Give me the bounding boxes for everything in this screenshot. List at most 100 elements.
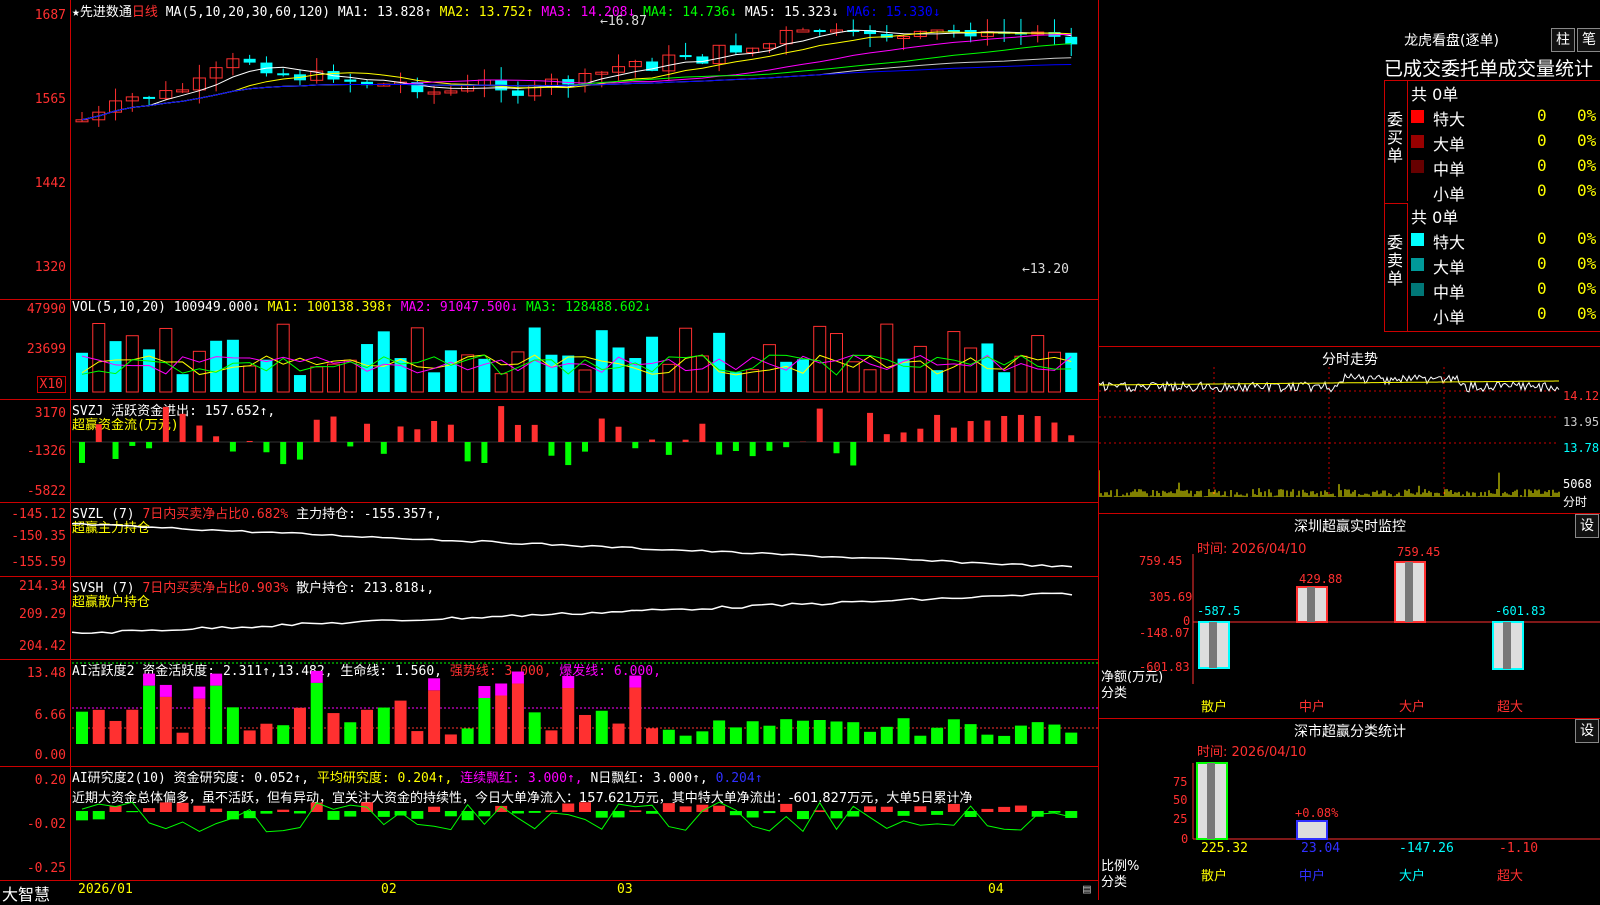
volume-panel[interactable]: 47990 23699 X10 VOL(5,10,20) 100949.000↓… <box>0 300 1098 400</box>
activity-bar <box>445 734 457 744</box>
lock-icon[interactable]: ▤ <box>1083 882 1091 897</box>
research-bar <box>881 807 893 812</box>
candle-body <box>730 45 742 52</box>
activity-bar <box>948 719 960 744</box>
activity-bar-top <box>512 672 524 684</box>
sell-total: 共 0单 <box>1411 204 1458 228</box>
activity-bar-top <box>629 676 641 688</box>
flow-bar <box>297 442 303 460</box>
activity-bar <box>126 710 138 744</box>
research-bar <box>914 806 926 812</box>
candlestick-chart[interactable] <box>0 0 1098 299</box>
monitor-panel: 深圳超赢实时监控 设 时间: 2026/04/10 759.45 305.69 … <box>1098 514 1600 719</box>
volume-bar <box>93 323 105 392</box>
svzl-panel[interactable]: -145.12 -150.35 -155.59 SVZL (7) 7日内买卖净占… <box>0 503 1098 577</box>
flow-bar <box>917 429 923 442</box>
sell-color-swatch <box>1411 283 1424 296</box>
activity-bar <box>529 712 541 744</box>
activity-bar <box>763 726 775 744</box>
ratio-bar-shade <box>1207 763 1215 839</box>
activity-bar <box>730 727 742 744</box>
bar-view-button[interactable]: 柱 <box>1551 28 1575 52</box>
buy-row-count: 0 <box>1537 131 1547 150</box>
flow-bar <box>414 429 420 442</box>
buy-color-swatch <box>1411 135 1424 148</box>
flow-bar <box>163 407 169 442</box>
activity-bar <box>831 721 843 744</box>
volume-bar <box>328 364 340 392</box>
volume-bar <box>378 331 390 392</box>
flow-bar <box>96 424 102 442</box>
flow-bar <box>280 442 286 464</box>
volume-bar <box>998 372 1010 392</box>
buy-color-swatch <box>1411 110 1424 123</box>
research-bars <box>0 767 1098 880</box>
research-bar <box>411 811 423 819</box>
activity-bar <box>931 728 943 744</box>
research-bar <box>512 811 524 813</box>
volume-bar <box>696 356 708 392</box>
buy-row-label: 特大 <box>1433 106 1465 130</box>
buy-total: 共 0单 <box>1411 81 1458 105</box>
research-bar <box>931 811 943 815</box>
candle-body <box>696 56 708 63</box>
research-bar <box>160 802 172 812</box>
activity-bar-top <box>428 678 440 690</box>
flow-bar <box>582 442 588 452</box>
flow-bar <box>79 442 85 463</box>
research-bar <box>562 804 574 812</box>
flow-bar <box>716 442 722 455</box>
candle-body <box>814 30 826 32</box>
flow-bar <box>733 442 739 451</box>
research-bar <box>126 811 138 812</box>
candle-body <box>680 55 692 57</box>
kline-panel[interactable]: 1687 1565 1442 1320 ★先进数通日线 MA(5,10,20,3… <box>0 0 1098 300</box>
flow-bar <box>968 421 974 442</box>
svsh-panel[interactable]: 214.34 209.29 204.42 SVSH (7) 7日内买卖净占比0.… <box>0 577 1098 660</box>
ma-line <box>82 34 1071 119</box>
volume-bar <box>864 370 876 392</box>
activity-bar <box>663 730 675 744</box>
volume-bar <box>1015 356 1027 392</box>
ai-research-panel[interactable]: 0.20 -0.02 -0.25 AI研究度2(10) 资金研究度: 0.052… <box>0 767 1098 881</box>
flow-bar <box>465 442 471 461</box>
net-bar-shade <box>1209 622 1217 668</box>
flow-bar <box>1068 435 1074 442</box>
minute-panel[interactable]: 分时走势 14.12 13.95 13.78 5068 分时 <box>1098 347 1600 514</box>
ma-line <box>82 65 1071 120</box>
brand-logo: 大智慧 <box>2 881 50 905</box>
volume-bar <box>177 374 189 392</box>
flow-bar <box>548 442 554 456</box>
ma-line <box>82 44 1071 120</box>
ai-active-panel[interactable]: 13.48 6.66 0.00 AI活跃度2 资金活跃度: 2.311↑,13.… <box>0 660 1098 767</box>
sell-color-swatch <box>1411 308 1424 321</box>
svzj-panel[interactable]: 3170 -1326 -5822 SVZJ 活跃资金进出: 157.652↑, … <box>0 400 1098 503</box>
minute-chart[interactable] <box>1099 347 1600 513</box>
date-axis: 大智慧 2026/01 02 03 04 ▤ <box>0 880 1098 900</box>
activity-bar <box>1048 725 1060 744</box>
flow-bar <box>565 442 571 465</box>
buy-side-box: 委买单 <box>1385 81 1408 201</box>
sell-side-box: 委卖单 <box>1385 203 1408 332</box>
volume-bar <box>110 341 122 392</box>
classify-bar-chart <box>1099 719 1600 900</box>
sell-row-percent: 0% <box>1577 229 1596 248</box>
sell-row-percent: 0% <box>1577 254 1596 273</box>
volume-bar <box>411 328 423 392</box>
tick-view-button[interactable]: 笔 <box>1577 28 1600 52</box>
research-bar <box>763 811 775 813</box>
sell-row-label: 特大 <box>1433 229 1465 253</box>
buy-row-label: 大单 <box>1433 131 1465 155</box>
volume-bar <box>244 366 256 392</box>
volume-bar <box>344 360 356 392</box>
flow-bar <box>817 409 823 442</box>
research-bar <box>193 806 205 812</box>
sell-row-label: 小单 <box>1433 304 1465 328</box>
volume-bar <box>294 375 306 392</box>
research-bar <box>965 811 977 817</box>
flow-bar <box>632 442 638 448</box>
buy-row-count: 0 <box>1537 181 1547 200</box>
flow-bar <box>431 421 437 442</box>
activity-bar <box>76 712 88 744</box>
candle-body <box>797 30 809 32</box>
